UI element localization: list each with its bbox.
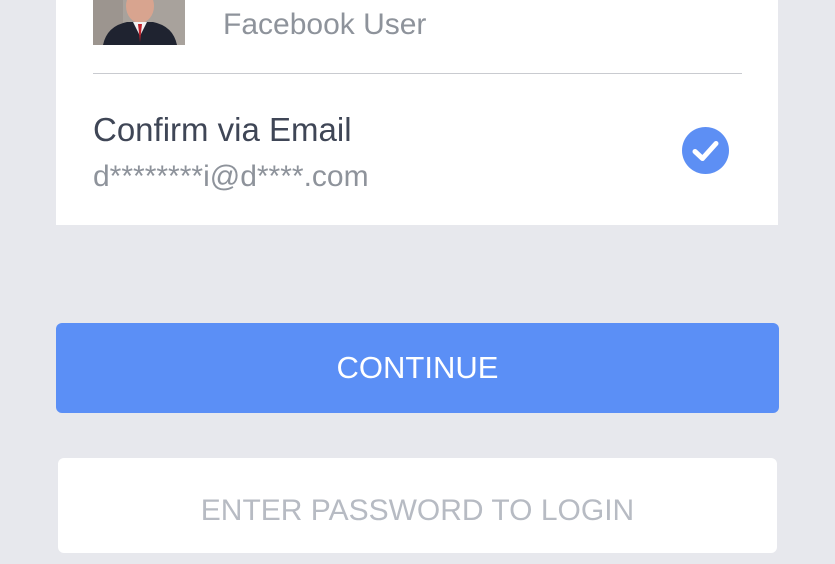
account-card: Facebook User Confirm via Email d*******… [56, 0, 778, 225]
enter-password-button[interactable]: ENTER PASSWORD TO LOGIN [58, 458, 777, 553]
account-type-label: Facebook User [223, 8, 427, 41]
divider [93, 73, 742, 74]
masked-email: d********i@d****.com [93, 160, 369, 193]
continue-button[interactable]: CONTINUE [56, 323, 779, 413]
confirm-option-title[interactable]: Confirm via Email [93, 110, 352, 150]
check-circle-icon[interactable] [682, 127, 729, 174]
profile-avatar [93, 0, 185, 45]
